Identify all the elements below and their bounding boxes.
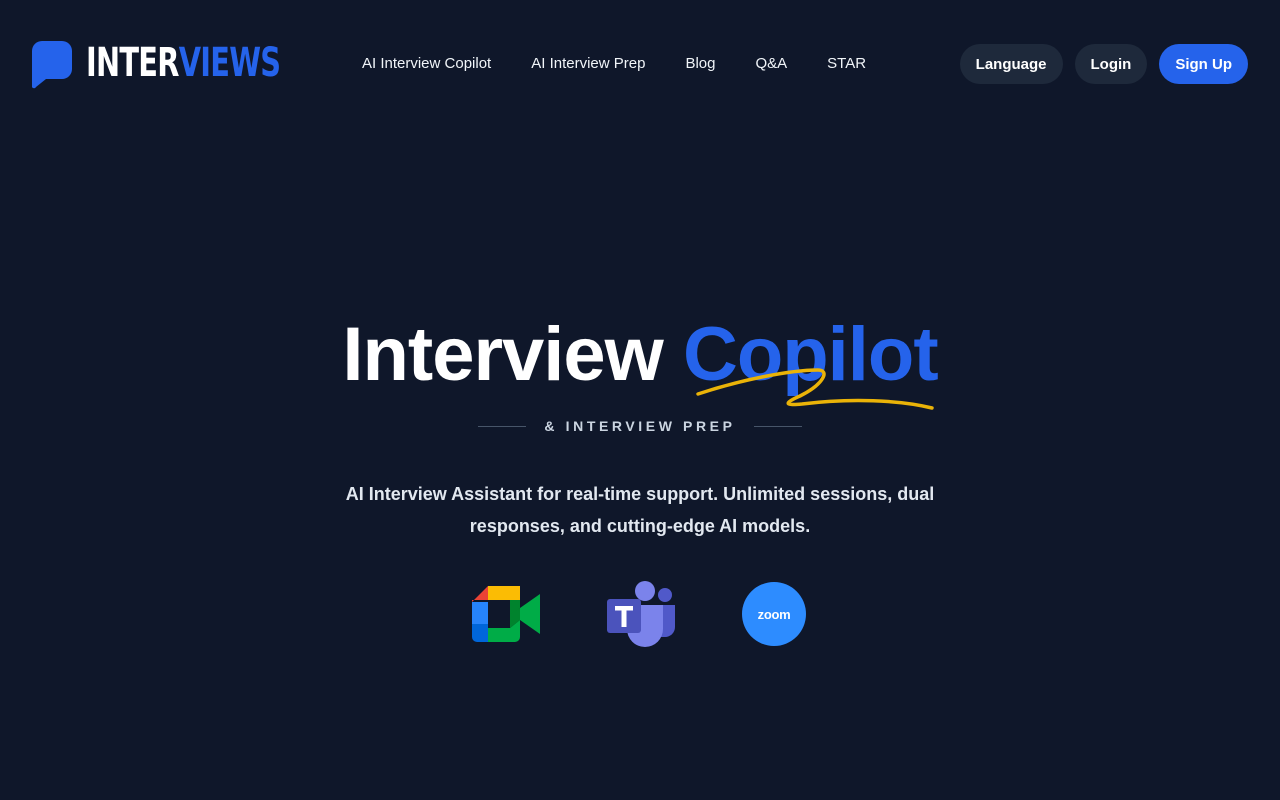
brand-wordmark-part1: INTER bbox=[86, 40, 179, 86]
nav-link-ai-interview-prep[interactable]: AI Interview Prep bbox=[511, 44, 665, 84]
brand-wordmark: INTERVIEWS bbox=[86, 40, 281, 86]
brand-logo[interactable]: INTERVIEWS bbox=[32, 38, 356, 90]
chat-bubble-icon bbox=[32, 41, 72, 89]
zoom-icon: zoom bbox=[739, 579, 809, 649]
nav-link-star[interactable]: STAR bbox=[807, 44, 886, 84]
supported-platforms: zoom bbox=[0, 578, 1280, 650]
subtitle-divider-left bbox=[478, 425, 527, 427]
nav-link-ai-interview-copilot[interactable]: AI Interview Copilot bbox=[342, 44, 511, 84]
nav-link-blog[interactable]: Blog bbox=[665, 44, 735, 84]
hero-title: Interview Copilot bbox=[0, 310, 1280, 400]
site-header: INTERVIEWS AI Interview Copilot AI Inter… bbox=[0, 0, 1280, 128]
microsoft-teams-icon bbox=[605, 579, 675, 649]
language-button[interactable]: Language bbox=[959, 44, 1063, 84]
subtitle-divider-right bbox=[753, 425, 802, 427]
hero-subtitle: & INTERVIEW PREP bbox=[544, 418, 736, 434]
hero-title-part2: Copilot bbox=[682, 312, 939, 397]
header-actions: Language Login Sign Up bbox=[959, 44, 1248, 84]
google-meet-icon bbox=[471, 579, 541, 649]
login-button[interactable]: Login bbox=[1074, 44, 1148, 84]
brand-wordmark-part2: VIEWS bbox=[178, 40, 281, 86]
hero-subtitle-row: & INTERVIEW PREP bbox=[0, 414, 1280, 438]
hero-description: AI Interview Assistant for real-time sup… bbox=[345, 484, 935, 536]
main-nav: AI Interview Copilot AI Interview Prep B… bbox=[342, 44, 886, 84]
hero-title-part1: Interview bbox=[342, 312, 663, 397]
nav-link-qa[interactable]: Q&A bbox=[735, 44, 807, 84]
signup-button[interactable]: Sign Up bbox=[1159, 44, 1248, 84]
zoom-label: zoom bbox=[742, 582, 806, 646]
